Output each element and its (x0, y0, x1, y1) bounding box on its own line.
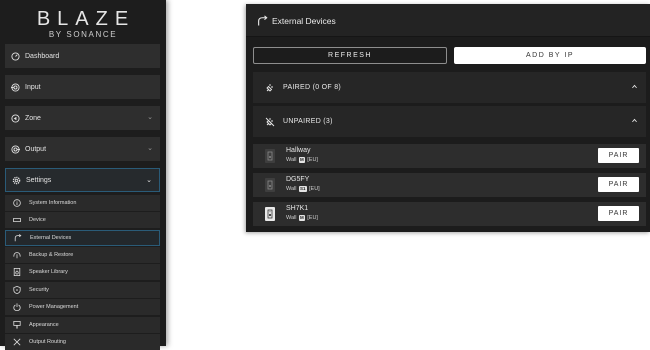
output-routing-icon (13, 338, 21, 346)
chevron-up-icon (631, 117, 638, 126)
paired-plug-icon (265, 83, 275, 93)
external-devices-icon (14, 234, 22, 242)
device-type: Wall (286, 215, 297, 221)
refresh-button[interactable]: REFRESH (253, 47, 447, 64)
device-row: Hallway Wall M [EU] PAIR (253, 144, 646, 168)
settings-item-label: Backup & Restore (29, 252, 74, 258)
device-name: SH7K1 (286, 205, 309, 212)
settings-item-label: Appearance (29, 322, 59, 328)
settings-item-external-devices[interactable]: External Devices (5, 230, 160, 246)
device-row: DG5FY Wall S1 [EU] PAIR (253, 173, 646, 197)
speaker-library-icon (13, 268, 21, 276)
info-icon (13, 199, 21, 207)
pair-button[interactable]: PAIR (598, 206, 639, 221)
settings-item-label: Output Routing (29, 339, 66, 345)
add-by-ip-button[interactable]: ADD BY IP (454, 47, 646, 64)
security-shield-icon (13, 286, 21, 294)
settings-item-backup-restore[interactable]: Backup & Restore (5, 247, 160, 263)
nav-item-settings[interactable]: Settings ⌄ (5, 168, 160, 192)
settings-item-device[interactable]: Device (5, 212, 160, 228)
device-name: DG5FY (286, 176, 310, 183)
device-icon (13, 216, 21, 224)
chevron-down-icon: ⌄ (147, 114, 153, 121)
device-type: Wall (286, 186, 297, 192)
wall-speaker-icon (265, 207, 275, 221)
panel-title-text: External Devices (272, 15, 336, 26)
unpaired-section-label: UNPAIRED (3) (283, 118, 333, 125)
external-devices-panel: External Devices REFRESH ADD BY IP PAIRE… (246, 4, 650, 232)
device-region: [EU] (309, 186, 320, 192)
unpaired-plug-icon (265, 117, 275, 127)
dashboard-icon (11, 51, 20, 61)
logo-brand: BLAZE (36, 8, 136, 30)
settings-item-system-information[interactable]: System Information (5, 195, 160, 211)
output-icon (11, 144, 20, 154)
nav-item-zone[interactable]: Zone ⌄ (5, 106, 160, 130)
settings-item-label: Device (29, 217, 46, 223)
settings-item-label: Speaker Library (29, 269, 68, 275)
nav-item-input[interactable]: Input (5, 75, 160, 99)
settings-item-output-routing[interactable]: Output Routing (5, 334, 160, 350)
nav-label: Output (25, 145, 47, 153)
settings-item-power-management[interactable]: Power Management (5, 299, 160, 315)
chevron-down-icon: ⌄ (146, 177, 152, 184)
power-icon (13, 303, 21, 311)
settings-gear-icon (12, 176, 21, 185)
backup-restore-icon (13, 251, 21, 259)
nav-label: Settings (26, 176, 52, 184)
device-name: Hallway (286, 147, 311, 154)
device-meta: Wall M [EU] (286, 215, 318, 221)
chevron-down-icon: ⌄ (147, 145, 153, 152)
sidebar: BLAZE BY SONANCE Dashboard Input Zone ⌄ … (0, 0, 166, 350)
device-region: [EU] (307, 215, 318, 221)
settings-item-label: Security (29, 287, 49, 293)
panel-title: External Devices (257, 15, 336, 26)
wall-speaker-icon (265, 178, 275, 192)
settings-item-label: System Information (29, 200, 77, 206)
settings-item-label: External Devices (30, 235, 72, 241)
device-tag-badge: M (298, 157, 306, 163)
panel-header: External Devices (246, 4, 650, 37)
nav-item-dashboard[interactable]: Dashboard (5, 44, 160, 68)
nav-label: Dashboard (25, 52, 60, 60)
nav-label: Input (25, 83, 41, 91)
device-type: Wall (286, 157, 297, 163)
external-devices-icon (257, 15, 268, 26)
logo-subtitle: BY SONANCE (48, 30, 118, 39)
wall-speaker-icon (265, 149, 275, 163)
device-tag-badge: M (298, 215, 306, 221)
nav-label: Zone (25, 114, 41, 122)
device-meta: Wall S1 [EU] (286, 186, 320, 192)
chevron-up-icon (631, 83, 638, 92)
settings-item-speaker-library[interactable]: Speaker Library (5, 264, 160, 280)
device-tag-badge: S1 (298, 186, 308, 192)
zone-icon (11, 113, 20, 123)
settings-item-security[interactable]: Security (5, 282, 160, 298)
paired-section-header[interactable]: PAIRED (0 OF 8) (253, 72, 646, 103)
unpaired-section-header[interactable]: UNPAIRED (3) (253, 106, 646, 137)
input-icon (11, 82, 20, 92)
device-meta: Wall M [EU] (286, 157, 318, 163)
blaze-logo: BLAZE BY SONANCE (0, 8, 166, 40)
device-row: SH7K1 Wall M [EU] PAIR (253, 202, 646, 226)
paired-section-label: PAIRED (0 OF 8) (283, 84, 342, 91)
pair-button[interactable]: PAIR (598, 148, 639, 163)
appearance-icon (13, 321, 21, 329)
device-region: [EU] (307, 157, 318, 163)
settings-item-label: Power Management (29, 304, 79, 310)
settings-item-appearance[interactable]: Appearance (5, 317, 160, 333)
pair-button[interactable]: PAIR (598, 177, 639, 192)
nav-item-output[interactable]: Output ⌄ (5, 137, 160, 161)
